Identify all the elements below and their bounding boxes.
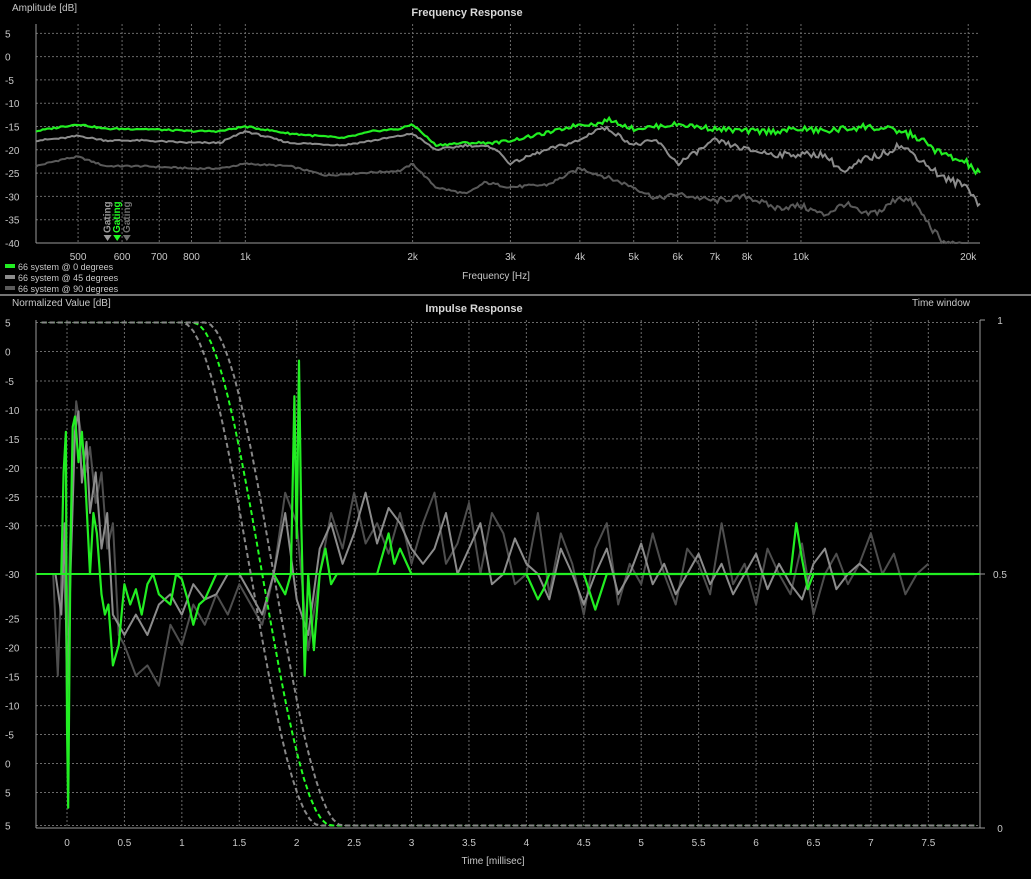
frequency-y-tick-label: -10 xyxy=(5,99,20,110)
impulse-x-tick-label: 7 xyxy=(868,838,874,849)
impulse-y-tick-label: -5 xyxy=(5,731,14,742)
frequency-x-tick-label: 600 xyxy=(114,252,131,263)
impulse-y2-tick-label: 0 xyxy=(997,824,1003,835)
legend-entry-2: 66 system @ 90 degrees xyxy=(18,284,119,294)
frequency-x-tick-label: 7k xyxy=(710,252,722,263)
impulse-y-tick-label: -30 xyxy=(5,570,20,581)
impulse-y-tick-label: 0 xyxy=(5,347,11,358)
impulse-x-tick-label: 1.5 xyxy=(232,838,246,849)
frequency-x-tick-label: 500 xyxy=(70,252,87,263)
legend-swatch-1 xyxy=(5,275,15,279)
frequency-y-tick-label: 5 xyxy=(5,29,11,40)
impulse-x-tick-label: 0 xyxy=(64,838,70,849)
chart-canvas: Amplitude [dB] Frequency Response Freque… xyxy=(0,3,1031,867)
frequency-x-tick-label: 5k xyxy=(628,252,640,263)
frequency-x-tick-label: 700 xyxy=(151,252,168,263)
impulse-y-tick-label: -10 xyxy=(5,702,20,713)
impulse-y-tick-label: -15 xyxy=(5,435,20,446)
frequency-y-tick-label: -5 xyxy=(5,76,14,87)
frequency-x-tick-label: 3k xyxy=(505,252,517,263)
impulse-y-tick-label: -15 xyxy=(5,673,20,684)
frequency-x-tick-label: 8k xyxy=(742,252,754,263)
frequency-y-tick-label: -40 xyxy=(5,239,20,250)
impulse-x-tick-label: 1 xyxy=(179,838,185,849)
impulse-x-tick-label: 4.5 xyxy=(577,838,591,849)
legend-swatch-0 xyxy=(5,264,15,268)
frequency-x-tick-label: 10k xyxy=(793,252,810,263)
impulse-y-tick-label: -25 xyxy=(5,493,20,504)
frequency-plot: 5 0 -5 -10 -15 -20 -25 -30 -35 -40 500 600 700 800 1k 2… xyxy=(5,24,981,263)
impulse-title: Impulse Response xyxy=(425,303,522,315)
frequency-x-tick-label: 2k xyxy=(407,252,419,263)
impulse-y-tick-label: 5 xyxy=(5,788,11,799)
impulse-right-label: Time window xyxy=(912,298,971,309)
impulse-y-tick-label: 0 xyxy=(5,759,11,770)
impulse-y2-tick-label: 1 xyxy=(997,316,1003,327)
impulse-y-tick-label: -5 xyxy=(5,377,14,388)
impulse-x-tick-label: 3.5 xyxy=(462,838,476,849)
frequency-title: Frequency Response xyxy=(411,7,522,19)
impulse-x-tick-label: 6.5 xyxy=(807,838,821,849)
frequency-y-tick-label: 0 xyxy=(5,53,11,64)
frequency-y-tick-label: -25 xyxy=(5,169,20,180)
impulse-x-tick-label: 3 xyxy=(409,838,415,849)
gating-label: Gating xyxy=(122,201,133,233)
impulse-xlabel: Time [millisec] xyxy=(462,856,525,867)
impulse-x-tick-label: 5 xyxy=(638,838,644,849)
impulse-y-tick-label: -20 xyxy=(5,464,20,475)
impulse-ylabel: Normalized Value [dB] xyxy=(12,298,111,309)
frequency-ylabel: Amplitude [dB] xyxy=(12,3,77,14)
frequency-x-tick-label: 4k xyxy=(575,252,587,263)
impulse-x-tick-label: 5.5 xyxy=(692,838,706,849)
impulse-y-tick-label: -25 xyxy=(5,615,20,626)
frequency-y-tick-label: -20 xyxy=(5,146,20,157)
impulse-x-tick-label: 2 xyxy=(294,838,300,849)
frequency-xlabel: Frequency [Hz] xyxy=(462,271,530,282)
frequency-x-tick-label: 1k xyxy=(240,252,252,263)
impulse-y-tick-label: 5 xyxy=(5,821,11,832)
impulse-x-tick-label: 4 xyxy=(524,838,530,849)
impulse-y-tick-label: -20 xyxy=(5,644,20,655)
impulse-x-tick-label: 0.5 xyxy=(117,838,131,849)
frequency-y-tick-label: -35 xyxy=(5,216,20,227)
impulse-y-tick-label: -10 xyxy=(5,406,20,417)
impulse-y-tick-label: -30 xyxy=(5,522,20,533)
impulse-y-tick-label: 5 xyxy=(5,319,11,330)
legend-entry-1: 66 system @ 45 degrees xyxy=(18,273,119,283)
legend-swatch-2 xyxy=(5,286,15,290)
frequency-y-tick-label: -15 xyxy=(5,123,20,134)
impulse-plot: 5 0 -5 -10 -15 -20 -25 -30 -30 -25 -20 -15 -10 -5 0 5 5 0… xyxy=(5,316,1007,849)
impulse-x-tick-label: 7.5 xyxy=(921,838,935,849)
impulse-y2-tick-label: 0.5 xyxy=(993,570,1007,581)
frequency-x-tick-label: 6k xyxy=(672,252,684,263)
impulse-x-tick-label: 6 xyxy=(753,838,759,849)
frequency-x-tick-label: 20k xyxy=(960,252,977,263)
impulse-x-tick-label: 2.5 xyxy=(347,838,361,849)
legend-entry-0: 66 system @ 0 degrees xyxy=(18,262,114,272)
frequency-x-tick-label: 800 xyxy=(183,252,200,263)
frequency-legend: 66 system @ 0 degrees 66 system @ 45 deg… xyxy=(5,262,119,294)
frequency-y-tick-label: -30 xyxy=(5,192,20,203)
